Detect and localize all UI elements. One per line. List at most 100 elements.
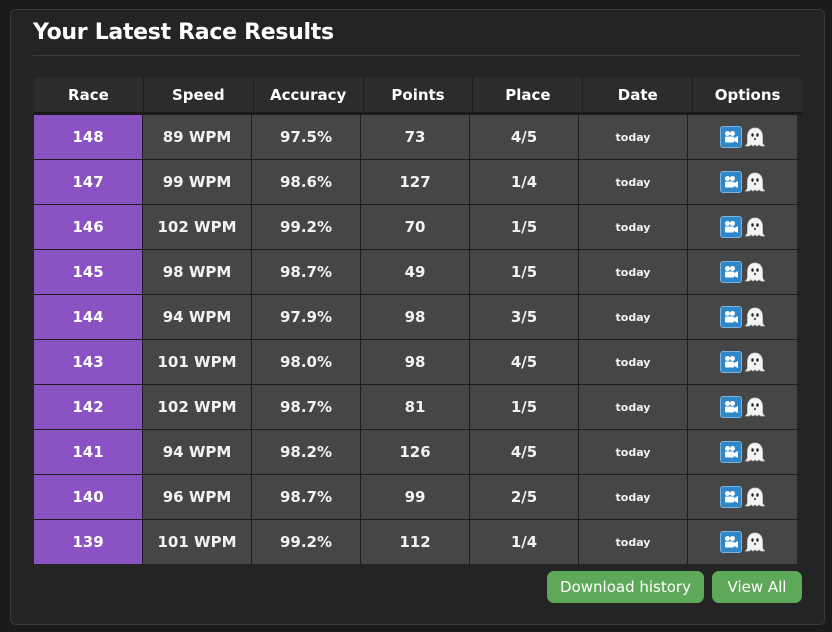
table-body: 148 89 WPM 97.5% 73 4/5 today 147 99 WPM… <box>34 114 802 564</box>
download-history-button[interactable]: Download history <box>547 571 704 603</box>
speed-cell: 89 WPM <box>143 115 252 159</box>
replay-camera-icon[interactable] <box>719 351 742 373</box>
ghost-icon[interactable] <box>744 441 766 463</box>
date-cell: today <box>579 430 688 474</box>
accuracy-cell: 98.2% <box>252 430 361 474</box>
points-cell: 49 <box>361 250 470 294</box>
table-row: 147 99 WPM 98.6% 127 1/4 today <box>34 159 802 204</box>
replay-camera-icon[interactable] <box>719 486 742 508</box>
accuracy-cell: 97.5% <box>252 115 361 159</box>
column-header-speed: Speed <box>144 77 254 112</box>
ghost-icon[interactable] <box>744 486 766 508</box>
race-number-cell[interactable]: 140 <box>34 475 143 519</box>
place-cell: 4/5 <box>470 430 579 474</box>
replay-camera-icon[interactable] <box>719 396 742 418</box>
ghost-icon[interactable] <box>744 531 766 553</box>
ghost-icon[interactable] <box>744 396 766 418</box>
race-number-cell[interactable]: 144 <box>34 295 143 339</box>
date-cell: today <box>579 115 688 159</box>
speed-cell: 96 WPM <box>143 475 252 519</box>
date-cell: today <box>579 385 688 429</box>
column-header-points: Points <box>364 77 474 112</box>
race-number-cell[interactable]: 145 <box>34 250 143 294</box>
race-number-cell[interactable]: 141 <box>34 430 143 474</box>
speed-cell: 101 WPM <box>143 520 252 564</box>
speed-cell: 94 WPM <box>143 430 252 474</box>
place-cell: 1/4 <box>470 520 579 564</box>
ghost-icon[interactable] <box>744 216 766 238</box>
accuracy-cell: 98.0% <box>252 340 361 384</box>
race-number-cell[interactable]: 147 <box>34 160 143 204</box>
race-number-cell[interactable]: 142 <box>34 385 143 429</box>
column-header-date: Date <box>583 77 694 112</box>
points-cell: 126 <box>361 430 470 474</box>
table-row: 142 102 WPM 98.7% 81 1/5 today <box>34 384 802 429</box>
ghost-icon[interactable] <box>744 171 766 193</box>
place-cell: 1/5 <box>470 250 579 294</box>
points-cell: 98 <box>361 295 470 339</box>
speed-cell: 99 WPM <box>143 160 252 204</box>
column-header-options: Options <box>714 85 781 104</box>
place-cell: 4/5 <box>470 115 579 159</box>
options-cell <box>688 160 797 204</box>
table-row: 140 96 WPM 98.7% 99 2/5 today <box>34 474 802 519</box>
speed-cell: 102 WPM <box>143 205 252 249</box>
race-number-cell[interactable]: 139 <box>34 520 143 564</box>
table-row: 145 98 WPM 98.7% 49 1/5 today <box>34 249 802 294</box>
options-cell <box>688 340 797 384</box>
date-cell: today <box>579 520 688 564</box>
options-cell <box>688 385 797 429</box>
place-cell: 1/5 <box>470 205 579 249</box>
table-row: 139 101 WPM 99.2% 112 1/4 today <box>34 519 802 564</box>
column-header-place: Place <box>473 77 584 112</box>
accuracy-cell: 98.7% <box>252 250 361 294</box>
points-cell: 73 <box>361 115 470 159</box>
ghost-icon[interactable] <box>744 126 766 148</box>
replay-camera-icon[interactable] <box>719 441 742 463</box>
options-cell <box>688 295 797 339</box>
options-cell <box>688 430 797 474</box>
replay-camera-icon[interactable] <box>719 126 742 148</box>
race-results-table: Race Speed Accuracy Points Place Date Op… <box>34 77 802 564</box>
speed-cell: 101 WPM <box>143 340 252 384</box>
options-cell <box>688 475 797 519</box>
points-cell: 127 <box>361 160 470 204</box>
ghost-icon[interactable] <box>744 261 766 283</box>
points-cell: 98 <box>361 340 470 384</box>
ghost-icon[interactable] <box>744 306 766 328</box>
view-all-button[interactable]: View All <box>712 571 802 603</box>
column-header-race: Race <box>34 77 144 112</box>
title-divider <box>33 55 801 56</box>
points-cell: 81 <box>361 385 470 429</box>
table-row: 143 101 WPM 98.0% 98 4/5 today <box>34 339 802 384</box>
place-cell: 1/5 <box>470 385 579 429</box>
replay-camera-icon[interactable] <box>719 216 742 238</box>
table-row: 144 94 WPM 97.9% 98 3/5 today <box>34 294 802 339</box>
ghost-icon[interactable] <box>744 351 766 373</box>
date-cell: today <box>579 295 688 339</box>
speed-cell: 94 WPM <box>143 295 252 339</box>
race-number-cell[interactable]: 143 <box>34 340 143 384</box>
speed-cell: 102 WPM <box>143 385 252 429</box>
place-cell: 2/5 <box>470 475 579 519</box>
options-cell <box>688 205 797 249</box>
replay-camera-icon[interactable] <box>719 171 742 193</box>
date-cell: today <box>579 205 688 249</box>
speed-cell: 98 WPM <box>143 250 252 294</box>
options-cell <box>688 520 797 564</box>
column-header-accuracy: Accuracy <box>254 77 364 112</box>
place-cell: 4/5 <box>470 340 579 384</box>
table-row: 146 102 WPM 99.2% 70 1/5 today <box>34 204 802 249</box>
accuracy-cell: 98.7% <box>252 385 361 429</box>
date-cell: today <box>579 250 688 294</box>
points-cell: 112 <box>361 520 470 564</box>
place-cell: 3/5 <box>470 295 579 339</box>
replay-camera-icon[interactable] <box>719 261 742 283</box>
race-number-cell[interactable]: 146 <box>34 205 143 249</box>
replay-camera-icon[interactable] <box>719 531 742 553</box>
replay-camera-icon[interactable] <box>719 306 742 328</box>
race-number-cell[interactable]: 148 <box>34 115 143 159</box>
accuracy-cell: 99.2% <box>252 205 361 249</box>
points-cell: 70 <box>361 205 470 249</box>
accuracy-cell: 99.2% <box>252 520 361 564</box>
